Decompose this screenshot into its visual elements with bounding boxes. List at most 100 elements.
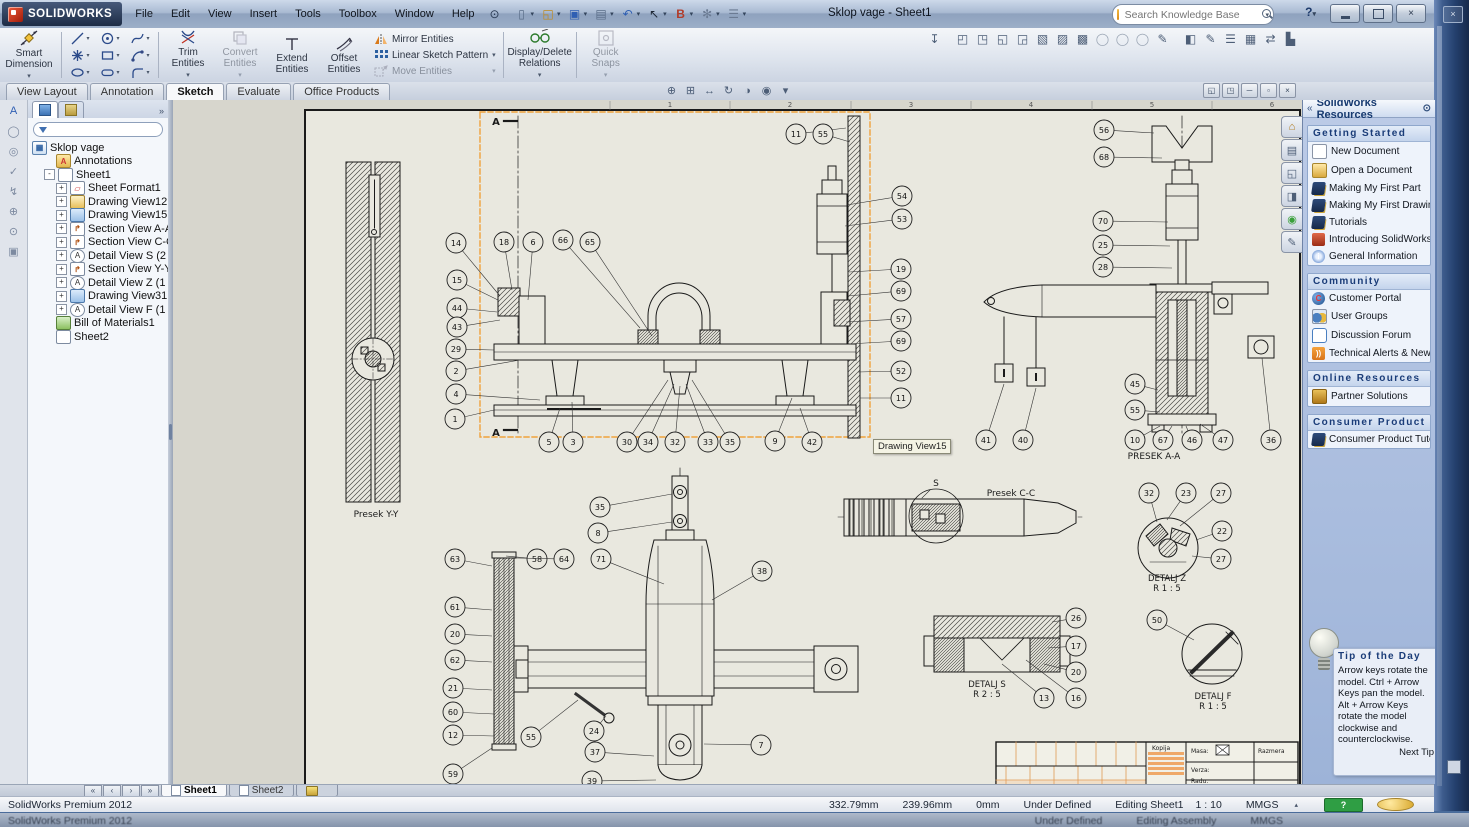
tab-view-layout[interactable]: View Layout <box>6 83 88 100</box>
tree-item[interactable]: AAnnotations <box>28 155 168 169</box>
note-tool-icon[interactable]: A <box>4 102 24 120</box>
view-detail-z[interactable] <box>1138 518 1198 578</box>
view-palette-tab[interactable]: ◨ <box>1281 185 1302 207</box>
custom-properties-tab[interactable]: ✎ <box>1281 231 1302 253</box>
arc-tool-button[interactable]: ▾ <box>125 47 155 64</box>
status-help-icon[interactable]: ? <box>1324 798 1363 812</box>
trim-entities-button[interactable]: Trim Entities ▾ <box>162 28 214 82</box>
tree-item[interactable]: +↱Section View C-C <box>28 236 168 250</box>
tree-item[interactable]: ▦Sklop vage <box>28 141 168 155</box>
view-top-button[interactable]: ▧ <box>1033 30 1052 48</box>
rotate-button[interactable]: ↻ <box>720 83 737 98</box>
display-delete-relations-button[interactable]: Display/Delete Relations ▾ <box>507 28 573 82</box>
slot-tool-button[interactable]: ▾ <box>95 64 125 81</box>
tree-expander[interactable]: + <box>56 223 67 234</box>
line-styles-button[interactable]: ☰ <box>1221 30 1240 48</box>
dropdown-caret-icon[interactable]: ▾ <box>146 52 149 59</box>
design-library-tab[interactable]: ▤ <box>1281 139 1302 161</box>
dropdown-caret-icon[interactable]: ▾ <box>116 52 119 59</box>
chart-button[interactable]: ▙ <box>1281 30 1300 48</box>
menu-tools[interactable]: Tools <box>286 1 330 28</box>
restore-button[interactable] <box>1363 4 1393 23</box>
zoom-area-button[interactable]: ⊞ <box>682 83 699 98</box>
task-pane-item[interactable]: CCustomer Portal <box>1308 290 1430 307</box>
shaded-gray-2-button[interactable]: ◯ <box>1113 30 1132 48</box>
save-button[interactable]: ▣▾ <box>565 4 590 24</box>
tab-evaluate[interactable]: Evaluate <box>226 83 291 100</box>
dropdown-caret-icon[interactable]: ▾ <box>538 70 542 81</box>
quick-snaps-button[interactable]: Quick Snaps ▾ <box>580 28 632 82</box>
next-tip-link[interactable]: Next Tip <box>1338 747 1434 758</box>
tree-expander[interactable]: + <box>56 277 67 288</box>
tree-item[interactable]: +Drawing View15 <box>28 209 168 223</box>
tree-expander[interactable]: + <box>56 304 67 315</box>
datum-tool-icon[interactable]: ◎ <box>4 142 24 160</box>
ellipse-tool-button[interactable]: ▾ <box>65 64 95 81</box>
task-pane-item[interactable]: Open a Document <box>1308 161 1430 180</box>
extend-entities-button[interactable]: Extend Entities <box>266 28 318 82</box>
view-detail-s[interactable] <box>924 616 1070 672</box>
block-tool-icon[interactable]: ▣ <box>4 242 24 260</box>
move-entities-button[interactable]: Move Entities ▾ <box>374 64 496 79</box>
camera-button[interactable]: ◉ <box>758 83 775 98</box>
tree-expander[interactable]: - <box>44 169 55 180</box>
close-button[interactable]: × <box>1396 4 1426 23</box>
dropdown-caret-icon[interactable]: ▾ <box>610 10 614 18</box>
menu-window[interactable]: Window <box>386 1 443 28</box>
tree-filter-input[interactable] <box>51 124 157 136</box>
tree-expander[interactable]: + <box>56 210 67 221</box>
undo-button[interactable]: ↶▾ <box>618 4 643 24</box>
surface-finish-tool-icon[interactable]: ✓ <box>4 162 24 180</box>
dropdown-caret-icon[interactable]: ▾ <box>146 69 149 76</box>
dropdown-caret-icon[interactable]: ▾ <box>27 71 31 82</box>
offset-entities-button[interactable]: Offset Entities <box>318 28 370 82</box>
units-caret-icon[interactable]: ▴ <box>1282 801 1310 809</box>
hatch-button[interactable]: ▦ <box>1241 30 1260 48</box>
task-pane-item[interactable]: Making My First Drawing <box>1308 197 1430 214</box>
tree-item[interactable]: +▱Sheet Format1 <box>28 182 168 196</box>
dropdown-caret-icon[interactable]: ▾ <box>716 10 720 18</box>
feature-tree-tab[interactable] <box>32 101 58 118</box>
tree-item[interactable]: +ADetail View S (2 : 5) <box>28 249 168 263</box>
tree-expander[interactable]: + <box>56 183 67 194</box>
dropdown-caret-icon[interactable]: ▾ <box>86 69 89 76</box>
home-tab[interactable]: ⌂ <box>1281 116 1302 138</box>
point-tool-button[interactable]: ▾ <box>65 47 95 64</box>
sketch-color-button[interactable]: ✎ <box>1201 30 1220 48</box>
pin-icon[interactable]: ⊙ <box>1423 103 1431 114</box>
restore-document-button[interactable]: ▫ <box>1260 83 1277 98</box>
task-pane-item[interactable]: New Document <box>1308 142 1430 161</box>
background-close-icon[interactable]: × <box>1443 6 1463 23</box>
collapse-chevron-icon[interactable]: « <box>1307 103 1313 114</box>
view-left-button[interactable]: ◱ <box>993 30 1012 48</box>
close-document-button[interactable]: × <box>1279 83 1296 98</box>
balloon-tool-icon[interactable]: ◯ <box>4 122 24 140</box>
tree-item[interactable]: +ADetail View F (1 : 5) <box>28 303 168 317</box>
dropdown-caret-icon[interactable]: ▾ <box>690 10 694 18</box>
tree-item[interactable]: Sheet2 <box>28 330 168 344</box>
dropdown-caret-icon[interactable]: ▾ <box>116 35 119 42</box>
appearances-tab[interactable]: ◉ <box>1281 208 1302 230</box>
view-front-button[interactable]: ◰ <box>953 30 972 48</box>
view-bottom-button[interactable]: ▨ <box>1053 30 1072 48</box>
menu-edit[interactable]: Edit <box>162 1 199 28</box>
tree-item[interactable]: +↱Section View A-A <box>28 222 168 236</box>
task-pane-item[interactable]: Introducing SolidWorks <box>1308 231 1430 248</box>
dropdown-caret-icon[interactable]: ▾ <box>584 10 588 18</box>
tree-expander[interactable]: + <box>56 264 67 275</box>
minimize-button[interactable] <box>1330 4 1360 23</box>
task-pane-item[interactable]: Partner Solutions <box>1308 387 1430 406</box>
view-settings-button[interactable]: ▾ <box>777 83 794 98</box>
dropdown-caret-icon[interactable]: ▾ <box>743 10 747 18</box>
tree-item[interactable]: +Drawing View31 <box>28 290 168 304</box>
task-pane-item[interactable]: ))Technical Alerts & News <box>1308 345 1430 362</box>
options-button[interactable]: ✻▾ <box>697 4 722 24</box>
dropdown-caret-icon[interactable]: ▾ <box>531 10 535 18</box>
export-button[interactable]: ↧ <box>925 30 944 48</box>
tree-expander[interactable]: + <box>56 196 67 207</box>
new-document-button[interactable]: ▯▾ <box>512 4 537 24</box>
view-iso-button[interactable]: ▩ <box>1073 30 1092 48</box>
tree-expander[interactable]: + <box>56 250 67 261</box>
tab-office-products[interactable]: Office Products <box>293 83 390 100</box>
property-manager-tab[interactable] <box>58 101 84 118</box>
